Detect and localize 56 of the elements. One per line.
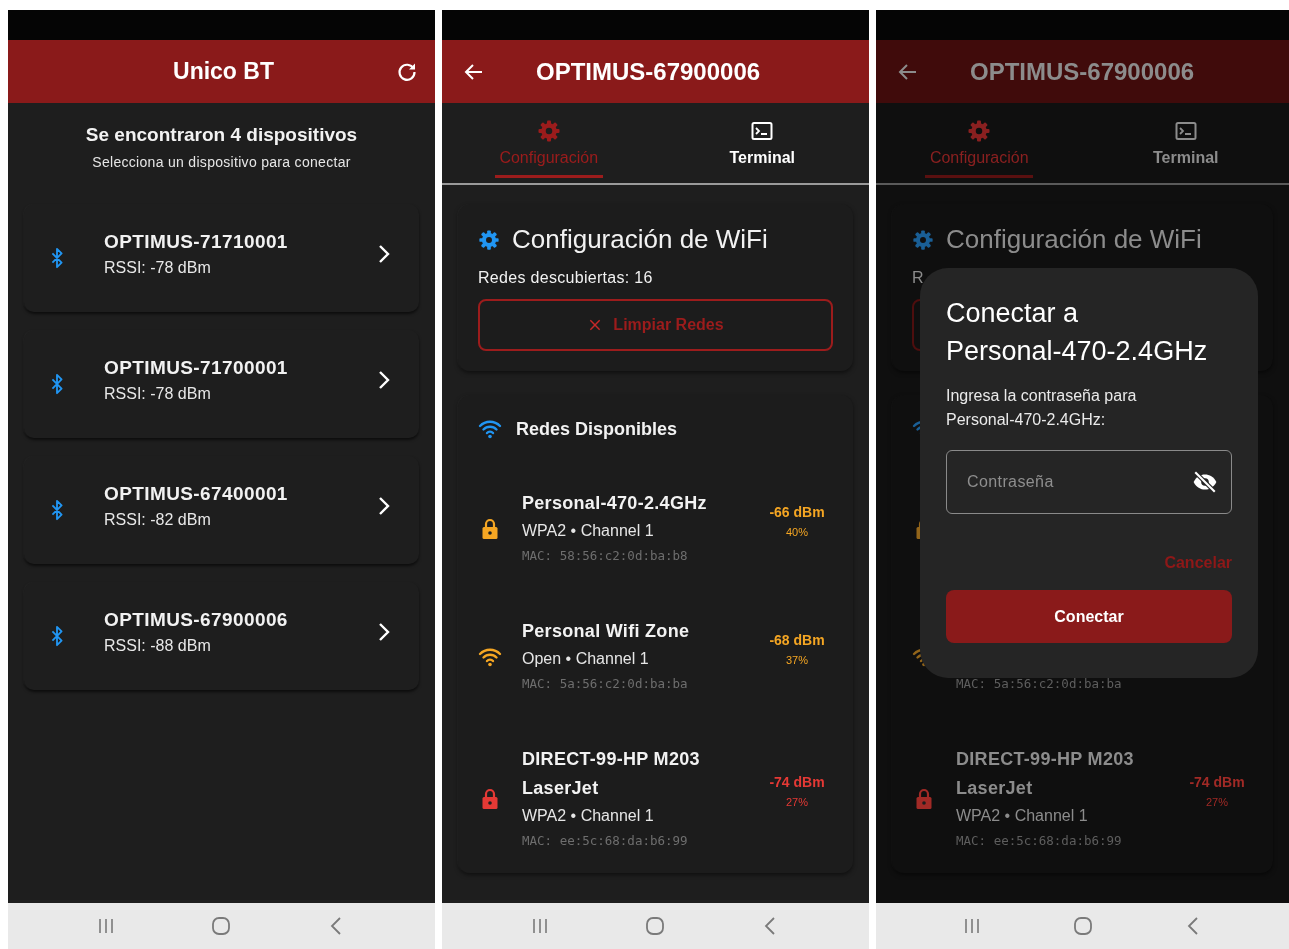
rssi-text: RSSI: -78 dBm (104, 385, 212, 403)
signal-percent: 27% (785, 796, 809, 808)
mac-address: MAC: 5a:56:c2:0d:ba:ba (522, 675, 689, 693)
terminal-icon (750, 119, 775, 143)
rssi-text: RSSI: -82 dBm (104, 511, 212, 529)
rssi-text: RSSI: -78 dBm (104, 259, 212, 277)
app-title: Unico BT (172, 58, 275, 85)
mac-address: MAC: 58:56:c2:0d:ba:b8 (522, 547, 689, 565)
signal-percent: 27% (1205, 796, 1229, 808)
signal-strength: -74 dBm (1188, 774, 1246, 790)
network-details: Open • Channel 1 (522, 649, 650, 669)
mac-address: MAC: 5a:56:c2:0d:ba:ba (956, 675, 1123, 693)
network-details: WPA2 • Channel 1 (522, 521, 655, 541)
card-title: Configuración de WiFi (946, 224, 1202, 255)
device-card[interactable]: OPTIMUS-67900006 RSSI: -88 dBm (24, 582, 419, 690)
mac-address: MAC: ee:5c:68:da:b6:99 (956, 832, 1123, 850)
gear-icon (536, 119, 561, 143)
signal-percent: 40% (785, 525, 809, 538)
eye-slash-icon[interactable] (1192, 469, 1218, 495)
network-name: Personal-470-2.4GHz (522, 492, 708, 515)
tab[interactable]: Terminal (655, 103, 869, 183)
device-name: OPTIMUS-71700001 (104, 357, 289, 379)
gear-icon (912, 228, 934, 251)
device-card[interactable]: OPTIMUS-67400001 RSSI: -82 dBm (24, 456, 419, 564)
network-name: DIRECT-99-HP M203 LaserJet (522, 748, 701, 800)
device-name: OPTIMUS-67900006 (104, 609, 289, 631)
device-card[interactable]: OPTIMUS-71700001 RSSI: -78 dBm (24, 330, 419, 438)
password-field[interactable]: Contraseña (946, 450, 1232, 514)
connect-button[interactable]: Conectar (946, 590, 1232, 643)
signal-percent: 37% (785, 653, 809, 666)
instruction-text: Selecciona un dispositivo para conectar (91, 154, 352, 170)
mac-address: MAC: ee:5c:68:da:b6:99 (522, 832, 689, 850)
tab[interactable]: Terminal (1082, 103, 1289, 183)
device-card[interactable]: OPTIMUS-71710001 RSSI: -78 dBm (24, 204, 419, 312)
networks-count: Redes descubiertas: 16 (478, 269, 654, 287)
device-name: OPTIMUS-71710001 (104, 231, 289, 253)
devices-found-heading: Se encontraron 4 dispositivos (84, 124, 359, 146)
network-name: Personal Wifi Zone (522, 620, 691, 643)
network-details: WPA2 • Channel 1 (522, 806, 655, 826)
rssi-text: RSSI: -88 dBm (104, 637, 212, 655)
signal-strength: -68 dBm (768, 631, 826, 648)
app-title: OPTIMUS-67900006 (535, 57, 762, 86)
signal-strength: -74 dBm (768, 774, 826, 790)
device-name: OPTIMUS-67400001 (104, 483, 289, 505)
section-title: Redes Disponibles (516, 418, 678, 440)
gear-icon (967, 119, 992, 143)
signal-strength: -66 dBm (768, 503, 826, 520)
network-name: DIRECT-99-HP M203 LaserJet (956, 748, 1135, 800)
gear-icon (478, 228, 500, 251)
dialog-message: Ingresa la contraseña para Personal-470-2.4GHz: (946, 386, 1138, 430)
card-title: Configuración de WiFi (512, 224, 768, 255)
network-details: WPA2 • Channel 1 (956, 806, 1089, 826)
networks-count: R (912, 269, 925, 287)
app-title: OPTIMUS-67900006 (969, 57, 1196, 86)
dialog-title: Conectar a Personal-470-2.4GHz (946, 297, 1209, 368)
terminal-icon (1173, 119, 1198, 143)
